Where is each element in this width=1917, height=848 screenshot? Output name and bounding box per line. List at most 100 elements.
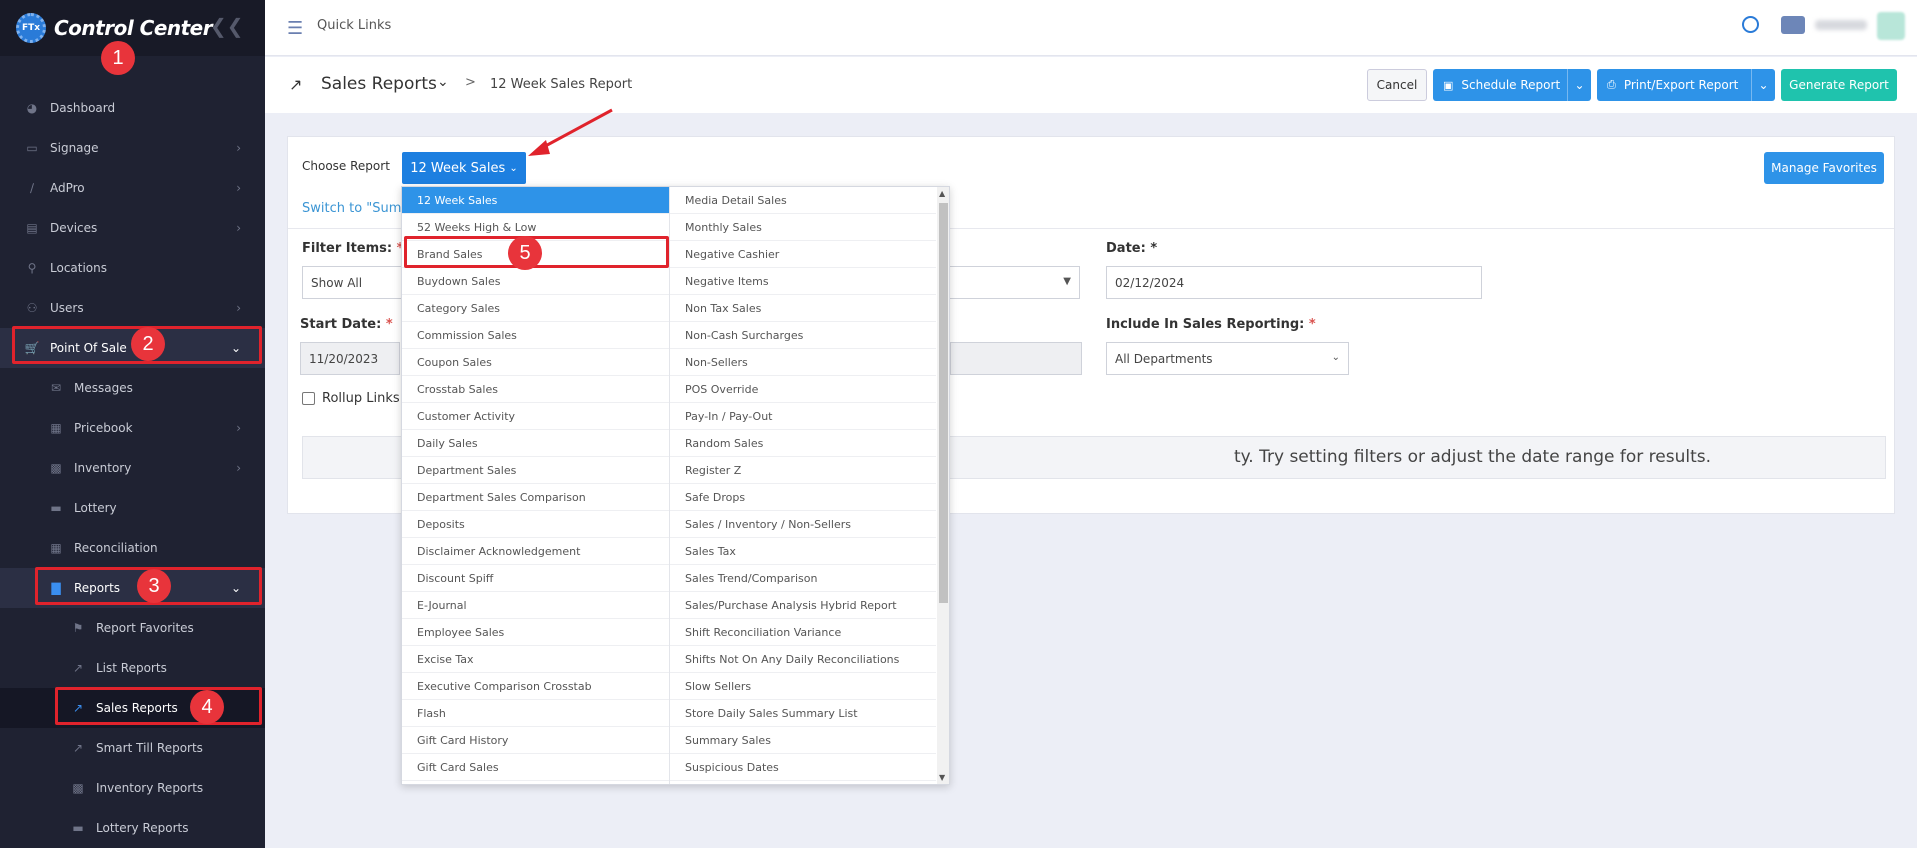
scroll-down-icon[interactable]: ▼ bbox=[939, 773, 945, 782]
calendar-icon: ▣ bbox=[1443, 78, 1454, 92]
report-option[interactable]: Summary Sales bbox=[670, 727, 936, 754]
report-option[interactable]: Register Z bbox=[670, 457, 936, 484]
report-option[interactable]: Deposits bbox=[402, 511, 669, 538]
schedule-report-button[interactable]: ▣ Schedule Report ⌄ bbox=[1433, 69, 1591, 101]
sidebar-item-inventory[interactable]: ▩ Inventory › bbox=[0, 448, 265, 488]
menu-icon[interactable]: ☰ bbox=[287, 18, 303, 39]
report-option[interactable]: Department Sales Comparison bbox=[402, 484, 669, 511]
chevron-down-icon[interactable]: ⌄ bbox=[1567, 69, 1591, 101]
report-option[interactable]: Sales / Inventory / Non-Sellers bbox=[670, 511, 936, 538]
quick-links[interactable]: Quick Links bbox=[317, 18, 391, 33]
report-option[interactable]: Monthly Sales bbox=[670, 214, 936, 241]
brand[interactable]: FTx Control Center ❮❮ bbox=[0, 0, 265, 56]
sidebar-item-smart-till-reports[interactable]: ↗ Smart Till Reports bbox=[0, 728, 265, 768]
manage-favorites-button[interactable]: Manage Favorites bbox=[1764, 152, 1884, 184]
search-icon[interactable] bbox=[1742, 16, 1759, 33]
report-option[interactable]: Random Sales bbox=[670, 430, 936, 457]
choose-report-dropdown[interactable]: 12 Week Sales ⌄ bbox=[402, 152, 526, 184]
generate-report-button[interactable]: Generate Report bbox=[1781, 69, 1897, 101]
report-option[interactable]: Shifts Not On Any Daily Reconciliations bbox=[670, 646, 936, 673]
report-option[interactable]: Department Sales bbox=[402, 457, 669, 484]
user-name[interactable] bbox=[1815, 20, 1867, 30]
sidebar-item-devices[interactable]: ▤ Devices › bbox=[0, 208, 265, 248]
report-option[interactable]: Executive Comparison Crosstab bbox=[402, 673, 669, 700]
sidebar-item-inventory-reports[interactable]: ▩ Inventory Reports bbox=[0, 768, 265, 808]
sidebar-item-locations[interactable]: ⚲ Locations bbox=[0, 248, 265, 288]
report-option[interactable]: Non-Sellers bbox=[670, 349, 936, 376]
line-chart-icon: ↗ bbox=[72, 661, 84, 675]
report-option[interactable]: E-Journal bbox=[402, 592, 669, 619]
report-option[interactable]: Sales/Purchase Analysis Hybrid Report bbox=[670, 592, 936, 619]
sidebar-item-list-reports[interactable]: ↗ List Reports bbox=[0, 648, 265, 688]
report-option[interactable]: Crosstab Sales bbox=[402, 376, 669, 403]
scroll-up-icon[interactable]: ▲ bbox=[939, 189, 945, 198]
chat-icon[interactable] bbox=[1781, 16, 1805, 34]
sidebar-item-report-favorites[interactable]: ⚑ Report Favorites bbox=[0, 608, 265, 648]
select-caret-icon: ▼ bbox=[1063, 276, 1071, 287]
report-option[interactable]: Commission Sales bbox=[402, 322, 669, 349]
sidebar-item-reconciliation[interactable]: ▦ Reconciliation bbox=[0, 528, 265, 568]
date-field[interactable]: 02/12/2024 bbox=[1106, 266, 1482, 299]
switch-summary-link[interactable]: Switch to "Summ bbox=[302, 201, 414, 216]
chevron-right-icon: › bbox=[236, 181, 241, 195]
step-badge-4: 4 bbox=[190, 690, 224, 724]
report-option[interactable]: 12 Week Sales bbox=[402, 187, 669, 214]
report-option[interactable]: Excise Tax bbox=[402, 646, 669, 673]
report-option[interactable]: Store Daily Sales Summary List bbox=[670, 700, 936, 727]
bookmark-icon: ⚑ bbox=[72, 621, 84, 635]
report-option[interactable]: Pay-In / Pay-Out bbox=[670, 403, 936, 430]
report-option[interactable]: POS Override bbox=[670, 376, 936, 403]
report-option[interactable]: Gift Card History bbox=[402, 727, 669, 754]
page-title[interactable]: Sales Reports bbox=[321, 74, 437, 94]
report-option[interactable]: Buydown Sales bbox=[402, 268, 669, 295]
inbox-icon: ✉ bbox=[50, 381, 62, 395]
report-option[interactable]: Suspicious Dates bbox=[670, 754, 936, 781]
report-option[interactable]: Customer Activity bbox=[402, 403, 669, 430]
report-option[interactable]: Discount Spiff bbox=[402, 565, 669, 592]
cancel-button[interactable]: Cancel bbox=[1367, 69, 1427, 101]
start-date-field[interactable]: 11/20/2023 bbox=[300, 342, 400, 375]
report-option[interactable]: Non-Cash Surcharges bbox=[670, 322, 936, 349]
sidebar-item-lottery-reports[interactable]: ▬ Lottery Reports bbox=[0, 808, 265, 848]
report-option[interactable]: Flash bbox=[402, 700, 669, 727]
report-option[interactable]: Category Sales bbox=[402, 295, 669, 322]
avatar[interactable] bbox=[1877, 12, 1905, 40]
report-option[interactable]: Shift Reconciliation Variance bbox=[670, 619, 936, 646]
collapse-sidebar-icon[interactable]: ❮❮ bbox=[210, 14, 244, 38]
secondary-filter-select[interactable]: ▼ bbox=[950, 266, 1080, 299]
sidebar-item-dashboard[interactable]: ◕ Dashboard bbox=[0, 88, 265, 128]
filter-items-select[interactable]: Show All bbox=[302, 266, 402, 299]
report-option[interactable]: Gift Card Sales bbox=[402, 754, 669, 781]
report-option[interactable]: Disclaimer Acknowledgement bbox=[402, 538, 669, 565]
report-option[interactable]: Non Tax Sales bbox=[670, 295, 936, 322]
report-option[interactable]: Safe Drops bbox=[670, 484, 936, 511]
sidebar-item-lottery[interactable]: ▬ Lottery bbox=[0, 488, 265, 528]
rollup-links-checkbox[interactable] bbox=[302, 392, 315, 405]
report-option[interactable]: Negative Cashier bbox=[670, 241, 936, 268]
report-option[interactable]: Negative Items bbox=[670, 268, 936, 295]
report-option[interactable]: Employee Sales bbox=[402, 619, 669, 646]
report-option[interactable]: Slow Sellers bbox=[670, 673, 936, 700]
sidebar-item-pricebook[interactable]: ▦ Pricebook › bbox=[0, 408, 265, 448]
sidebar-item-signage[interactable]: ▭ Signage › bbox=[0, 128, 265, 168]
report-option[interactable]: Historical Tax Rates bbox=[402, 781, 669, 784]
report-option[interactable]: Coupon Sales bbox=[402, 349, 669, 376]
sidebar-item-users[interactable]: ⚇ Users › bbox=[0, 288, 265, 328]
sidebar-item-messages[interactable]: ✉ Messages bbox=[0, 368, 265, 408]
print-export-button[interactable]: ⎙ Print/Export Report ⌄ bbox=[1597, 69, 1775, 101]
report-option[interactable]: Suspect Discounts bbox=[670, 781, 936, 784]
sidebar-item-adpro[interactable]: ∕ AdPro › bbox=[0, 168, 265, 208]
end-date-field[interactable] bbox=[950, 342, 1082, 375]
report-option[interactable]: Sales Tax bbox=[670, 538, 936, 565]
chevron-down-icon[interactable]: ⌄ bbox=[1751, 69, 1775, 101]
step-badge-3: 3 bbox=[137, 569, 171, 603]
report-option[interactable]: Daily Sales bbox=[402, 430, 669, 457]
report-option[interactable]: Media Detail Sales bbox=[670, 187, 936, 214]
report-list-left: 12 Week Sales 52 Weeks High & Low Brand Sa… bbox=[402, 187, 669, 784]
chevron-down-icon[interactable]: ⌄ bbox=[437, 74, 449, 90]
include-sales-select[interactable]: All Departments ⌄ bbox=[1106, 342, 1349, 375]
inventory-icon: ▩ bbox=[72, 781, 84, 795]
report-list-right: Media Detail Sales Monthly Sales Negative … bbox=[669, 187, 936, 784]
report-option[interactable]: Sales Trend/Comparison bbox=[670, 565, 936, 592]
scrollbar-thumb[interactable] bbox=[939, 203, 948, 603]
